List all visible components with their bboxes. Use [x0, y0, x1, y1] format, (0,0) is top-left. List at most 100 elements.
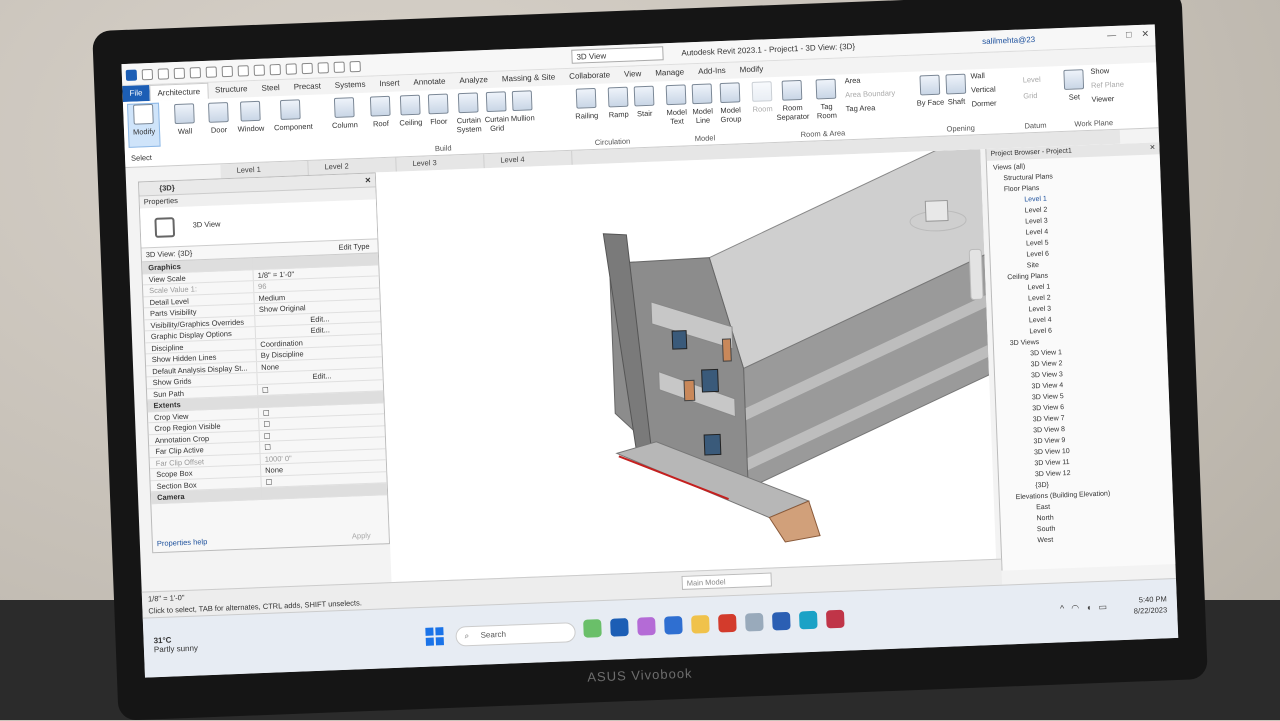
close-button[interactable]: ✕ — [1141, 29, 1149, 40]
revit-taskbar-icon[interactable] — [610, 618, 629, 637]
measure-icon[interactable] — [237, 64, 249, 77]
building-model[interactable] — [376, 149, 997, 582]
volume-icon[interactable]: ◖ — [1086, 602, 1092, 613]
text-icon[interactable] — [269, 63, 281, 75]
weather-widget[interactable]: 31°C Partly sunny — [153, 635, 198, 655]
component-button[interactable]: Component — [273, 99, 313, 132]
stair-button[interactable]: Stair — [627, 85, 662, 118]
modify-button[interactable]: Modify — [126, 102, 161, 148]
tab-manage[interactable]: Manage — [648, 64, 692, 82]
print-icon[interactable] — [221, 65, 233, 77]
workset-selector[interactable]: Main Model — [681, 572, 772, 590]
clock[interactable]: 5:40 PM 8/22/2023 — [1133, 593, 1168, 616]
browser-tree: Views (all) Structural Plans Floor Plans Le… — [987, 154, 1175, 547]
component-label: Component — [273, 121, 313, 133]
tab-analyze[interactable]: Analyze — [452, 72, 495, 90]
stair-icon — [633, 85, 655, 107]
undo-icon[interactable] — [189, 66, 202, 78]
door-label: Door — [210, 125, 228, 135]
store-icon[interactable] — [664, 615, 683, 635]
wall-opening-button[interactable]: Wall — [970, 71, 985, 81]
photos-icon[interactable] — [744, 612, 764, 632]
vertical-opening-button[interactable]: Vertical — [971, 85, 996, 95]
wall-button[interactable]: Wall — [167, 103, 202, 136]
tab-precast[interactable]: Precast — [286, 78, 328, 96]
tab-insert[interactable]: Insert — [372, 75, 407, 92]
taskbar-apps — [583, 609, 845, 638]
properties-help-link[interactable]: Properties help — [157, 537, 208, 548]
tab-modify[interactable]: Modify — [732, 61, 770, 78]
model-group-button[interactable]: Model Group — [713, 82, 749, 124]
revit-logo-icon[interactable] — [125, 68, 138, 81]
save-icon[interactable] — [157, 67, 170, 80]
file-explorer-icon[interactable] — [691, 614, 710, 634]
battery-icon[interactable]: ▭ — [1098, 602, 1107, 613]
railing-button[interactable]: Railing — [569, 87, 604, 121]
start-button[interactable] — [425, 627, 444, 646]
room-separator-button[interactable]: Room Separator — [775, 79, 811, 122]
tab-view[interactable]: View — [617, 66, 649, 83]
tab-structure[interactable]: Structure — [208, 81, 255, 99]
redo-icon[interactable] — [205, 65, 218, 78]
acrobat-icon[interactable] — [718, 613, 737, 633]
minimize-button[interactable]: — — [1107, 30, 1116, 41]
open-icon[interactable] — [141, 68, 154, 80]
close-hidden-icon[interactable] — [333, 61, 345, 73]
tab-file[interactable]: File — [122, 85, 150, 103]
tag-area-button[interactable]: Tag Area — [846, 103, 876, 113]
app-icon[interactable] — [825, 609, 845, 629]
apply-button[interactable]: Apply — [352, 531, 371, 541]
tab-systems[interactable]: Systems — [328, 76, 373, 94]
select-dropdown[interactable]: Select — [131, 153, 152, 163]
tab-add-ins[interactable]: Add-Ins — [691, 63, 733, 81]
mullion-button[interactable]: Mullion — [505, 90, 540, 123]
3d-cube-icon — [154, 217, 176, 238]
tab-steel[interactable]: Steel — [254, 80, 287, 97]
set-button[interactable]: Set — [1056, 69, 1091, 102]
system-tray: ^ ◠ ◖ ▭ — [1060, 602, 1107, 615]
word-icon[interactable] — [771, 611, 791, 631]
taskbar-search[interactable]: ⌕ Search — [455, 622, 576, 647]
edge-icon[interactable] — [798, 610, 818, 630]
column-button[interactable]: Column — [327, 97, 362, 130]
railing-label: Railing — [575, 110, 599, 121]
view-selector[interactable]: 3D View — [571, 46, 664, 64]
curtain-system-icon — [457, 92, 479, 114]
shaft-button[interactable]: Shaft — [938, 73, 973, 106]
grid-button[interactable]: Grid — [1023, 91, 1038, 101]
3d-view-icon[interactable] — [285, 62, 297, 75]
chevron-up-icon[interactable]: ^ — [1060, 603, 1065, 614]
viewer-button[interactable]: Viewer — [1091, 94, 1114, 104]
set-label: Set — [1068, 92, 1081, 102]
area-boundary-button[interactable]: Area Boundary — [845, 88, 895, 99]
maximize-button[interactable]: □ — [1126, 29, 1132, 40]
level-button[interactable]: Level — [1023, 75, 1041, 85]
thin-lines-icon[interactable] — [317, 61, 329, 74]
switch-windows-icon[interactable] — [349, 60, 361, 72]
tag-room-button[interactable]: Tag Room — [809, 78, 845, 120]
close-icon[interactable]: ✕ — [1149, 142, 1155, 154]
user-account[interactable]: salilmehta@23 — [982, 35, 1035, 46]
curtain-grid-icon — [485, 91, 507, 113]
sync-icon[interactable] — [173, 67, 186, 79]
edit-type-button[interactable]: Edit Type — [338, 240, 370, 255]
dormer-button[interactable]: Dormer — [971, 99, 996, 109]
view-scale-control[interactable]: 1/8" = 1'-0" — [148, 593, 185, 603]
tag-icon[interactable] — [253, 64, 265, 76]
show-button[interactable]: Show — [1090, 66, 1109, 76]
window-button[interactable]: Window — [233, 100, 268, 134]
wifi-icon[interactable]: ◠ — [1071, 603, 1079, 614]
drawing-area[interactable] — [375, 149, 997, 583]
copilot-icon[interactable] — [637, 616, 656, 636]
roof-icon — [369, 95, 391, 117]
navigation-bar[interactable] — [968, 248, 984, 301]
close-icon[interactable]: ✕ — [365, 174, 372, 188]
widgets-icon[interactable] — [583, 619, 602, 638]
section-icon[interactable] — [301, 62, 313, 74]
ref-plane-button[interactable]: Ref Plane — [1091, 80, 1124, 90]
door-button[interactable]: Door — [201, 102, 236, 135]
tag-room-icon — [815, 78, 837, 100]
area-button[interactable]: Area — [844, 76, 860, 86]
tab-annotate[interactable]: Annotate — [406, 73, 453, 91]
project-browser: Project Browser - Project1 ✕ Views (all)… — [985, 142, 1176, 571]
